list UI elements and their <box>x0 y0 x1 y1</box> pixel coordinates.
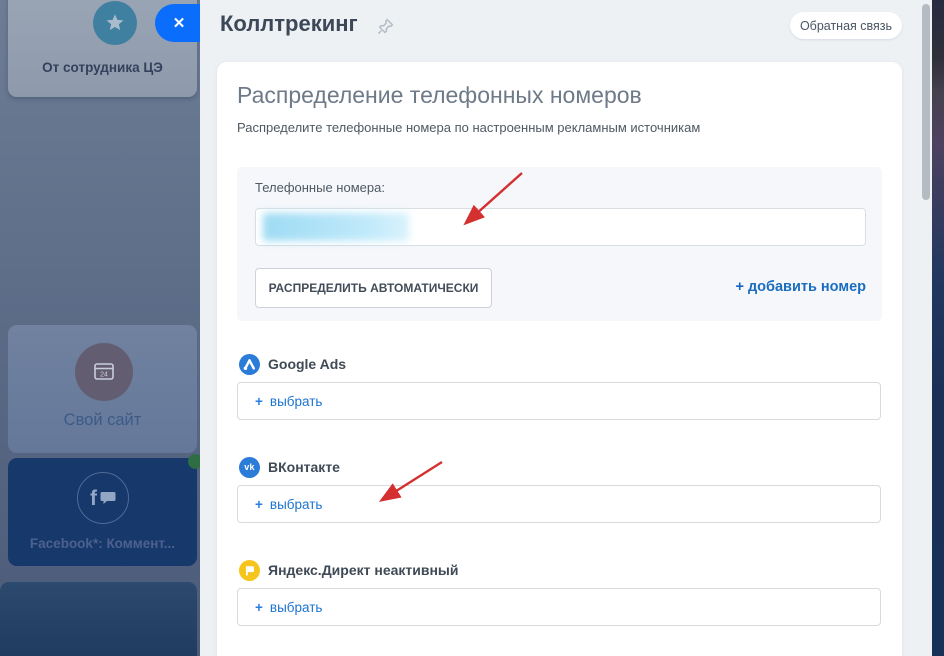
plus-icon: + <box>255 394 263 409</box>
sidebar-card-label: От сотрудника ЦЭ <box>8 60 197 75</box>
phone-numbers-block: Телефонные номера: РАСПРЕДЕЛИТЬ АВТОМАТИ… <box>237 167 882 321</box>
source-name: ВКонтакте <box>268 459 340 475</box>
vertical-scrollbar-thumb[interactable] <box>922 4 930 200</box>
add-number-link[interactable]: +добавить номер <box>736 279 867 295</box>
plus-icon: + <box>255 600 263 615</box>
page-title: Коллтрекинг <box>220 11 358 37</box>
sidebar-card-label: Свой сайт <box>8 411 197 430</box>
section-subtitle: Распределите телефонные номера по настро… <box>237 120 700 135</box>
select-numbers-vkontakte[interactable]: +выбрать <box>237 485 881 523</box>
source-header-google-ads: Google Ads <box>239 353 346 375</box>
integrations-sidebar: От сотрудника ЦЭ ✕ 24 Свой сайт f Facebo… <box>0 0 200 656</box>
select-numbers-yandex-direct[interactable]: +выбрать <box>237 588 881 626</box>
close-panel-button[interactable]: ✕ <box>155 4 200 42</box>
active-indicator-dot <box>188 454 200 469</box>
google-ads-icon <box>239 354 260 375</box>
facebook-comments-icon: f <box>77 472 129 524</box>
svg-text:24: 24 <box>100 372 108 379</box>
source-header-vkontakte: vk ВКонтакте <box>239 456 340 478</box>
sidebar-bottom-card-partial[interactable] <box>0 582 197 656</box>
phone-numbers-label: Телефонные номера: <box>255 180 385 195</box>
section-title: Распределение телефонных номеров <box>237 82 642 109</box>
browser-site-icon: 24 <box>75 343 133 401</box>
vkontakte-icon: vk <box>239 457 260 478</box>
yandex-direct-icon <box>239 560 260 581</box>
plus-icon: + <box>736 279 744 295</box>
phone-numbers-input[interactable] <box>255 208 866 246</box>
select-link[interactable]: +выбрать <box>255 600 322 615</box>
distribution-card: Распределение телефонных номеров Распред… <box>217 62 902 656</box>
feedback-button[interactable]: Обратная связь <box>790 12 902 39</box>
source-header-yandex-direct: Яндекс.Директ неактивный <box>239 559 458 581</box>
source-name: Яндекс.Директ неактивный <box>268 562 458 578</box>
star-icon <box>93 1 137 45</box>
pin-icon[interactable] <box>377 17 395 35</box>
select-link[interactable]: +выбрать <box>255 497 322 512</box>
calltracking-page: От сотрудника ЦЭ ✕ 24 Свой сайт f Facebo… <box>0 0 944 656</box>
close-icon: ✕ <box>173 14 186 32</box>
sidebar-card-facebook-comments[interactable]: f Facebook*: Коммент... <box>8 458 197 566</box>
source-name: Google Ads <box>268 356 346 372</box>
distribute-automatically-button[interactable]: РАСПРЕДЕЛИТЬ АВТОМАТИЧЕСКИ <box>255 268 492 308</box>
plus-icon: + <box>255 497 263 512</box>
select-link[interactable]: +выбрать <box>255 394 322 409</box>
calltracking-panel: Коллтрекинг Обратная связь Распределение… <box>200 0 932 656</box>
sidebar-card-label: Facebook*: Коммент... <box>8 536 197 551</box>
blurred-phone-number-chip <box>263 213 409 241</box>
background-page-strip <box>932 0 944 656</box>
select-numbers-google-ads[interactable]: +выбрать <box>237 382 881 420</box>
sidebar-card-own-site[interactable]: 24 Свой сайт <box>8 325 197 453</box>
